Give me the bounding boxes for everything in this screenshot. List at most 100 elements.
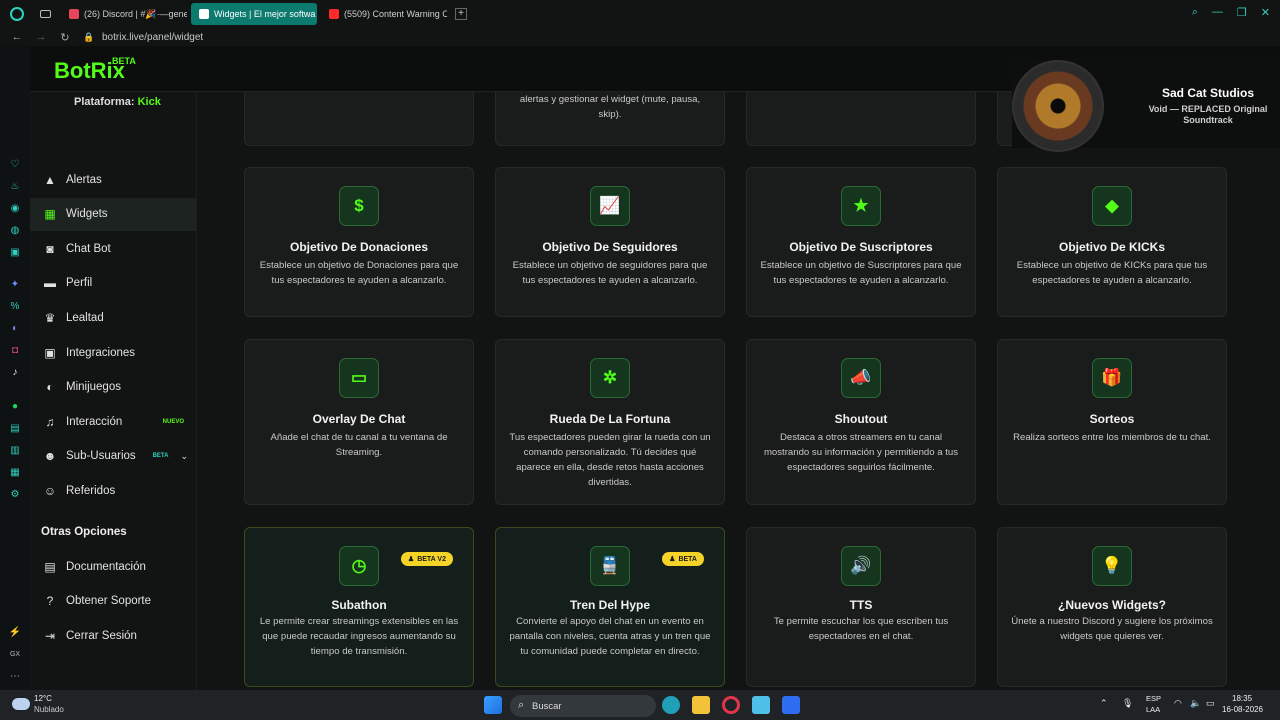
media-icon[interactable]: ▤ bbox=[8, 422, 22, 436]
notepad-icon[interactable] bbox=[752, 696, 770, 714]
app-icon[interactable] bbox=[782, 696, 800, 714]
browser-tab[interactable]: (5509) Content Warning Co bbox=[321, 3, 447, 25]
sidebar-item-widgets[interactable]: ▦ Widgets bbox=[30, 197, 196, 231]
taskbar-search[interactable]: ⌕ Buscar bbox=[510, 695, 656, 717]
sidebar-item-label: Referidos bbox=[66, 484, 116, 497]
sidebar-item-chat-bot[interactable]: ◙ Chat Bot bbox=[30, 232, 196, 265]
widget-description: Te permite escuchar los que escriben tus… bbox=[773, 616, 949, 642]
sidebar-item-lealtad[interactable]: ♛ Lealtad bbox=[30, 301, 196, 334]
player-icon[interactable]: ▥ bbox=[8, 444, 22, 458]
mic-icon[interactable]: 🎙 bbox=[1122, 698, 1133, 709]
widget-description: Únete a nuestro Discord y sugiere los pr… bbox=[1011, 616, 1213, 642]
close-button[interactable]: ✕ bbox=[1261, 6, 1270, 19]
bolt-icon[interactable]: ⚡ bbox=[8, 626, 22, 640]
clock-icon: ◷ bbox=[339, 546, 379, 586]
widget-description: Añade el chat de tu canal a tu ventana d… bbox=[270, 432, 448, 458]
beta-badge-label: BETA V2 bbox=[417, 555, 446, 563]
sidebar-item-documentaci-n[interactable]: ▤ Documentación bbox=[30, 550, 196, 583]
volume-icon[interactable]: 🔈 bbox=[1190, 698, 1201, 709]
widget-title: Objetivo De Seguidores bbox=[542, 240, 678, 254]
widget-card-objetivo-de-kicks[interactable]: ◆ Objetivo De KICKs Establece un objetivo … bbox=[997, 167, 1227, 317]
sidebar-item-label: Widgets bbox=[66, 208, 108, 221]
spotify-icon[interactable]: ● bbox=[8, 400, 22, 414]
forward-icon[interactable]: → bbox=[34, 31, 48, 43]
train-icon: 🚆 bbox=[590, 546, 630, 586]
widget-card-sorteos[interactable]: 🎁 Sorteos Realiza sorteos entre los miembr… bbox=[997, 339, 1227, 505]
widget-title: Overlay De Chat bbox=[312, 412, 406, 426]
more-icon[interactable]: ⋯ bbox=[8, 670, 22, 684]
widget-card-objetivo-de-donaciones[interactable]: $ Objetivo De Donaciones Establece un obje… bbox=[244, 167, 474, 317]
sidebar-item-sub-usuarios[interactable]: ☻ Sub-Usuarios BETA ⌄ bbox=[30, 440, 196, 473]
widget-description: Tus espectadores pueden girar la rueda c… bbox=[509, 432, 711, 488]
beta-badge: ♟ BETA V2 bbox=[400, 552, 453, 566]
widget-card-rueda-de-la-fortuna[interactable]: ✲ Rueda De La Fortuna Tus espectadores pue… bbox=[495, 339, 725, 505]
widget-card-objetivo-de-seguidores[interactable]: 📈 Objetivo De Seguidores Establece un obje… bbox=[495, 167, 725, 317]
controller-icon[interactable]: ◍ bbox=[8, 224, 22, 238]
plug-icon: ▣ bbox=[44, 345, 56, 360]
widget-card-shoutout[interactable]: 📣 Shoutout Destaca a otros streamers en tu… bbox=[746, 339, 976, 505]
sidebar-item-label: Perfil bbox=[66, 277, 93, 290]
wifi-icon[interactable]: ◠ bbox=[1174, 698, 1182, 709]
ai-icon[interactable]: ✦ bbox=[8, 278, 22, 292]
gift-box-icon[interactable]: ▣ bbox=[8, 246, 22, 260]
widget-card-subathon[interactable]: ◷ ♟ BETA V2 Subathon Le permite crear strea… bbox=[244, 527, 474, 687]
gx-icon[interactable]: GX bbox=[8, 648, 22, 662]
settings-icon[interactable]: ⚙ bbox=[8, 488, 22, 502]
chevron-down-icon[interactable]: ⌄ bbox=[180, 451, 188, 462]
url-text[interactable]: botrix.live/panel/widget bbox=[102, 32, 203, 43]
sidebar-item-perfil[interactable]: ▬ Perfil bbox=[30, 267, 196, 300]
widget-description: Establece un objetivo de Suscriptores pa… bbox=[760, 260, 962, 286]
percent-icon[interactable]: % bbox=[8, 300, 22, 314]
browser-tab[interactable]: Widgets | El mejor softwa bbox=[191, 3, 317, 25]
opera-gx-icon[interactable] bbox=[722, 696, 740, 714]
sidebar-item-referidos[interactable]: ☺ Referidos bbox=[30, 474, 196, 507]
maximize-button[interactable]: ❐ bbox=[1237, 6, 1247, 19]
flame-icon[interactable]: ♨ bbox=[8, 180, 22, 194]
logout-icon: ⇥ bbox=[44, 628, 56, 643]
sidebar-item-cerrar-sesi-n[interactable]: ⇥ Cerrar Sesión bbox=[30, 619, 196, 652]
tiktok-icon[interactable]: ♪ bbox=[8, 366, 22, 380]
search-label: Buscar bbox=[532, 700, 562, 712]
battery-icon[interactable]: ▭ bbox=[1206, 698, 1215, 709]
clock-time[interactable]: 18:35 bbox=[1232, 694, 1252, 703]
new-tab-button[interactable]: + bbox=[455, 8, 467, 20]
search-icon[interactable]: ⌕ bbox=[1192, 6, 1198, 19]
widget-card-nuevos-widgets[interactable]: 💡 ¿Nuevos Widgets? Únete a nuestro Discord… bbox=[997, 527, 1227, 687]
opera-gx-logo-icon[interactable] bbox=[10, 7, 24, 21]
sidebar-item-integraciones[interactable]: ▣ Integraciones bbox=[30, 336, 196, 369]
minimize-button[interactable]: — bbox=[1212, 6, 1223, 19]
sidebar-item-obtener-soporte[interactable]: ? Obtener Soporte bbox=[30, 585, 196, 618]
sidebar-item-minijuegos[interactable]: ◐ Minijuegos bbox=[30, 371, 196, 404]
widget-card-tren-del-hype[interactable]: 🚆 ♟ BETA Tren Del Hype Convierte el apoyo d… bbox=[495, 527, 725, 687]
music-icon: ♫ bbox=[45, 414, 55, 429]
eye-icon[interactable]: ◉ bbox=[8, 202, 22, 216]
reload-icon[interactable]: ↻ bbox=[58, 31, 72, 44]
heart-pulse-icon[interactable]: ♡ bbox=[8, 158, 22, 172]
sidebar-item-alertas[interactable]: ▲ Alertas bbox=[30, 163, 196, 196]
workspace-icon[interactable] bbox=[40, 10, 51, 18]
sidebar-item-label: Integraciones bbox=[66, 346, 136, 359]
back-icon[interactable]: ← bbox=[10, 31, 24, 43]
file-explorer-icon[interactable] bbox=[692, 696, 710, 714]
widget-description: Destaca a otros streamers en tu canal mo… bbox=[763, 432, 959, 473]
browser-tab[interactable]: (26) Discord | #🎉·—gene bbox=[61, 3, 187, 25]
instagram-icon[interactable]: ◘ bbox=[8, 344, 22, 358]
widget-card-overlay-de-chat[interactable]: ▭ Overlay De Chat Añade el chat de tu cana… bbox=[244, 339, 474, 505]
weather-icon[interactable] bbox=[12, 698, 30, 710]
sidebar-item-label: Cerrar Sesión bbox=[66, 629, 137, 642]
platform-selector[interactable]: Plataforma: Kick bbox=[74, 96, 161, 108]
lang-indicator[interactable]: ESP bbox=[1146, 694, 1161, 703]
widget-card-tts[interactable]: 🔊 TTS Te permite escuchar los que escriben… bbox=[746, 527, 976, 687]
album-disc-icon[interactable] bbox=[1012, 60, 1104, 152]
start-button[interactable] bbox=[484, 696, 502, 714]
tab-favicon-icon bbox=[69, 9, 79, 19]
sidebar-item-label: Minijuegos bbox=[66, 381, 121, 394]
edge-icon[interactable] bbox=[662, 696, 680, 714]
widget-card-objetivo-de-suscriptores[interactable]: ★ Objetivo De Suscriptores Establece un ob… bbox=[746, 167, 976, 317]
brand-logo[interactable]: BotRix BETA bbox=[54, 56, 136, 84]
sidebar-item-interacci-n[interactable]: ♫ Interacción NUEVO bbox=[30, 405, 196, 438]
gem-icon: ◆ bbox=[1092, 186, 1132, 226]
window-icon[interactable]: ▦ bbox=[8, 466, 22, 480]
tray-chevron-icon[interactable]: ⌃ bbox=[1100, 698, 1108, 709]
discord-icon[interactable]: ◐ bbox=[8, 322, 22, 336]
